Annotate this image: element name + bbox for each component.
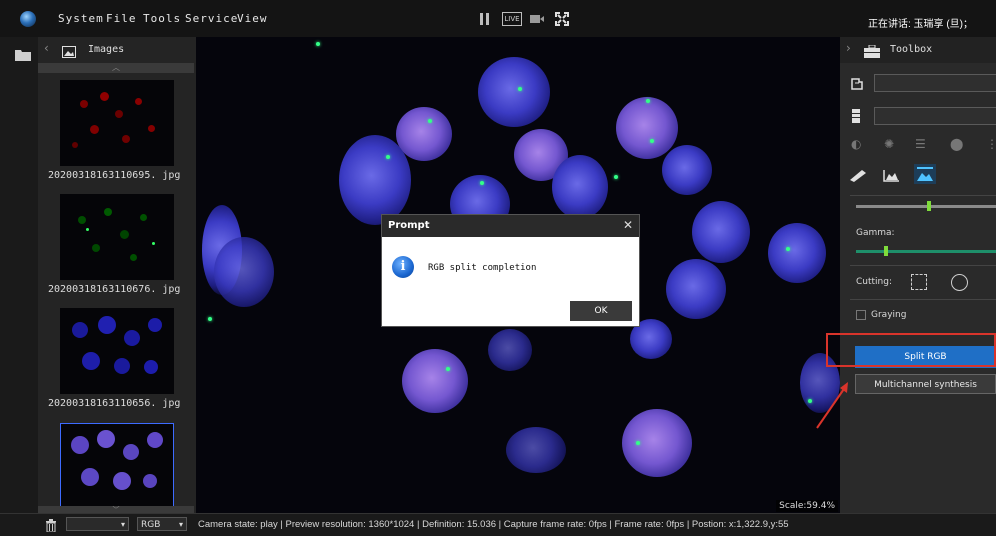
thumbnail-blue[interactable]: [60, 308, 174, 394]
rect-cut-icon[interactable]: [911, 274, 927, 290]
images-title: Images: [88, 44, 125, 55]
channel-select[interactable]: RGB ▾: [137, 517, 187, 531]
ok-button[interactable]: OK: [570, 301, 632, 321]
gamma-slider-thumb[interactable]: [884, 246, 888, 256]
speaking-notice: 正在讲话: 玉瑞享 (旦)；: [868, 19, 973, 30]
collapse-left-icon[interactable]: ‹: [44, 41, 49, 55]
chevron-down-icon: ▾: [120, 520, 125, 529]
toolbox-header: › Toolbox: [840, 37, 996, 63]
storage-icon: [850, 108, 862, 128]
histogram-icon[interactable]: [883, 167, 899, 186]
menu-service[interactable]: Service: [185, 12, 238, 25]
left-strip: [0, 37, 38, 513]
thumbnail-scroll-up[interactable]: ︿: [38, 63, 194, 73]
zoom-scale-readout: Scale:59.4%: [776, 500, 838, 512]
thumbnail-label: 20200318163110656. jpg: [48, 398, 181, 409]
highlight-annotation: [826, 333, 996, 367]
menu-system[interactable]: System: [58, 12, 104, 25]
ruler-icon[interactable]: [850, 167, 866, 186]
app-logo-icon: [20, 11, 36, 27]
close-icon[interactable]: ✕: [623, 218, 633, 232]
camera-icon[interactable]: [528, 11, 546, 27]
gamma-label: Gamma:: [856, 228, 895, 238]
gamma-slider[interactable]: [856, 250, 996, 253]
dialog-title: Prompt: [388, 220, 430, 231]
info-icon: i: [392, 256, 414, 278]
prompt-dialog: Prompt ✕ i RGB split completion OK: [382, 215, 639, 326]
graying-checkbox[interactable]: [856, 310, 866, 320]
images-panel-header: ‹ Images: [38, 37, 196, 63]
thumbnail-label: 20200318163110695. jpg: [48, 170, 181, 181]
trash-icon[interactable]: [45, 517, 57, 536]
status-text: Camera state: play | Preview resolution:…: [198, 519, 789, 530]
more-icon[interactable]: ⋮: [986, 137, 996, 151]
channel-select-value: RGB: [141, 520, 161, 530]
toolbox-icon: [864, 43, 880, 62]
collapse-right-icon[interactable]: ›: [846, 41, 851, 55]
dialog-message: RGB split completion: [428, 263, 537, 273]
menu-tools[interactable]: Tools: [143, 12, 181, 25]
thumbnail-label: 20200318163110676. jpg: [48, 284, 181, 295]
chevron-down-icon: ▾: [178, 520, 183, 529]
multichannel-synthesis-button[interactable]: Multichannel synthesis: [855, 374, 996, 394]
circle-cut-icon[interactable]: [951, 274, 968, 291]
live-icon[interactable]: LIVE: [502, 12, 522, 26]
palette-icon[interactable]: ⬤: [950, 137, 963, 151]
contrast-icon[interactable]: ◐: [851, 137, 861, 151]
image-icon: [62, 43, 76, 62]
adjust-slider[interactable]: [856, 205, 996, 208]
dialog-title-bar: Prompt ✕: [382, 215, 639, 237]
thumbnail-red[interactable]: [60, 80, 174, 166]
save-path-field[interactable]: [874, 74, 996, 92]
brightness-icon[interactable]: ✺: [884, 137, 894, 151]
fullscreen-icon[interactable]: [554, 11, 570, 27]
save-path-icon: [850, 76, 864, 95]
adjust-slider-thumb[interactable]: [927, 201, 931, 211]
pause-icon[interactable]: [478, 11, 492, 27]
cutting-label: Cutting:: [856, 277, 892, 287]
menu-lines-icon[interactable]: ☰: [915, 137, 926, 151]
annotation-arrow-icon: [816, 382, 848, 429]
menu-view[interactable]: View: [237, 12, 268, 25]
folder-icon[interactable]: [15, 46, 31, 61]
toolbox-title: Toolbox: [890, 44, 933, 55]
thumbnail-green[interactable]: [60, 194, 174, 280]
graying-label: Graying: [871, 310, 907, 320]
filter-select[interactable]: ▾: [66, 517, 129, 531]
thumbnail-merged-selected[interactable]: [60, 423, 174, 509]
image-adjust-icon[interactable]: [914, 164, 936, 184]
menu-file[interactable]: File: [106, 12, 137, 25]
file-name-field[interactable]: [874, 107, 996, 125]
